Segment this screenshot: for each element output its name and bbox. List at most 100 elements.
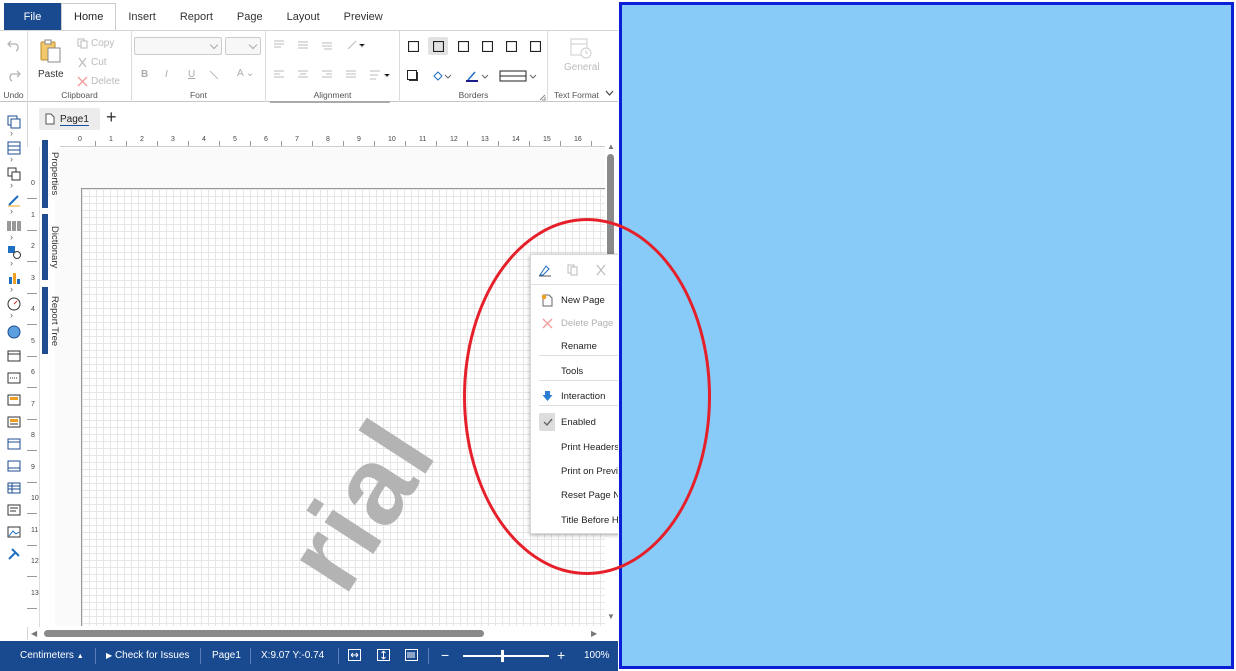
units-selector[interactable]: Centimeters ▲ bbox=[20, 650, 84, 661]
context-menu-item[interactable]: Interaction bbox=[531, 385, 618, 407]
scroll-up-icon[interactable]: ▲ bbox=[607, 142, 615, 151]
band-tool-icon[interactable] bbox=[6, 140, 22, 156]
context-menu-item[interactable]: Print on Previ bbox=[531, 460, 618, 482]
context-menu-item[interactable]: Print Headers bbox=[531, 436, 618, 458]
group-header-icon[interactable] bbox=[6, 414, 22, 430]
context-menu-item[interactable]: Title Before H bbox=[531, 509, 618, 531]
context-menu-item[interactable]: Reset Page N bbox=[531, 484, 618, 506]
text-angle-icon[interactable] bbox=[346, 39, 370, 51]
cut-icon[interactable] bbox=[76, 56, 88, 68]
text-tool-icon[interactable] bbox=[6, 192, 22, 208]
chevron-right-icon[interactable]: › bbox=[10, 284, 13, 294]
edit-icon[interactable] bbox=[537, 262, 553, 278]
undo-icon[interactable] bbox=[6, 37, 22, 53]
fill-color-icon[interactable] bbox=[430, 69, 454, 83]
font-color-icon[interactable]: A ⌄ bbox=[237, 68, 254, 79]
text-format-general[interactable]: General bbox=[564, 62, 600, 73]
tab-report[interactable]: Report bbox=[168, 3, 225, 30]
design-canvas[interactable]: rial bbox=[55, 148, 605, 626]
copy-icon[interactable] bbox=[565, 262, 581, 278]
border-all-icon[interactable] bbox=[406, 39, 420, 53]
cut-icon[interactable] bbox=[593, 262, 609, 278]
align-middle-icon[interactable] bbox=[296, 39, 310, 51]
select-tool-icon[interactable] bbox=[6, 114, 22, 130]
page-tab[interactable]: Page1 bbox=[39, 108, 100, 130]
paste-icon[interactable] bbox=[36, 37, 64, 65]
ribbon-collapse-icon[interactable] bbox=[604, 88, 614, 98]
footer-band-icon[interactable] bbox=[6, 458, 22, 474]
chevron-right-icon[interactable]: › bbox=[10, 154, 13, 164]
chevron-right-icon[interactable]: › bbox=[10, 310, 13, 320]
zoom-out-button[interactable]: − bbox=[441, 647, 449, 663]
zoom-slider[interactable] bbox=[463, 650, 549, 662]
delete-icon[interactable] bbox=[76, 75, 88, 87]
data-band-icon[interactable] bbox=[6, 436, 22, 452]
shadow-icon[interactable] bbox=[406, 69, 420, 83]
align-left-icon[interactable] bbox=[272, 69, 286, 81]
border-bottom-icon[interactable] bbox=[528, 39, 542, 53]
border-left-icon[interactable] bbox=[456, 39, 470, 53]
context-menu-item[interactable]: Tools bbox=[531, 360, 618, 382]
word-wrap-icon[interactable] bbox=[368, 69, 394, 81]
paste-label[interactable]: Paste bbox=[38, 69, 64, 80]
horizontal-scrollbar[interactable]: ◀ ▶ bbox=[28, 627, 606, 641]
shapes-icon[interactable] bbox=[6, 244, 22, 260]
border-outside-icon[interactable] bbox=[428, 37, 448, 55]
barcode-icon[interactable] bbox=[6, 218, 22, 234]
add-page-button[interactable]: + bbox=[106, 107, 117, 128]
delete-label[interactable]: Delete bbox=[91, 76, 120, 87]
scroll-left-icon[interactable]: ◀ bbox=[31, 629, 37, 638]
report-title-icon[interactable] bbox=[6, 348, 22, 364]
tab-layout[interactable]: Layout bbox=[275, 3, 332, 30]
chart-icon[interactable] bbox=[6, 270, 22, 286]
dictionary-tab-bar[interactable] bbox=[42, 214, 48, 280]
align-justify-icon[interactable] bbox=[344, 69, 358, 81]
fit-height-icon[interactable] bbox=[377, 649, 390, 664]
gauge-icon[interactable] bbox=[6, 296, 22, 312]
file-menu-button[interactable]: File bbox=[4, 3, 61, 30]
border-style-icon[interactable] bbox=[498, 69, 540, 83]
copy-label[interactable]: Copy bbox=[91, 38, 114, 49]
borders-dialog-icon[interactable] bbox=[538, 93, 546, 101]
redo-icon[interactable] bbox=[6, 67, 22, 83]
text-format-icon[interactable] bbox=[568, 35, 594, 61]
chevron-right-icon[interactable]: › bbox=[10, 128, 13, 138]
border-top-icon[interactable] bbox=[480, 39, 494, 53]
dictionary-tab[interactable]: Dictionary bbox=[49, 226, 60, 268]
strikethrough-icon[interactable] bbox=[208, 69, 220, 81]
zoom-slider-thumb[interactable] bbox=[500, 650, 504, 662]
align-right-icon[interactable] bbox=[320, 69, 334, 81]
underline-icon[interactable]: U bbox=[188, 69, 195, 80]
properties-tab[interactable]: Properties bbox=[49, 152, 60, 195]
tools-icon[interactable] bbox=[6, 546, 22, 562]
check-issues-button[interactable]: ▶ Check for Issues bbox=[106, 650, 189, 661]
context-menu-item[interactable]: New Page bbox=[531, 289, 618, 311]
border-color-icon[interactable] bbox=[464, 69, 492, 83]
horizontal-scroll-thumb[interactable] bbox=[44, 630, 484, 637]
properties-tab-bar[interactable] bbox=[42, 140, 48, 208]
cut-label[interactable]: Cut bbox=[91, 57, 107, 68]
header-band-icon[interactable] bbox=[6, 392, 22, 408]
tab-insert[interactable]: Insert bbox=[116, 3, 168, 30]
bold-icon[interactable]: B bbox=[141, 69, 148, 80]
align-bottom-icon[interactable] bbox=[320, 39, 334, 51]
zoom-in-button[interactable]: + bbox=[557, 647, 565, 663]
table-icon[interactable] bbox=[6, 480, 22, 496]
image-icon[interactable] bbox=[6, 524, 22, 540]
font-size-select[interactable] bbox=[225, 37, 261, 55]
chevron-right-icon[interactable]: › bbox=[10, 258, 13, 268]
chevron-right-icon[interactable]: › bbox=[10, 232, 13, 242]
tab-page[interactable]: Page bbox=[225, 3, 275, 30]
tab-home[interactable]: Home bbox=[61, 3, 117, 30]
context-menu-item[interactable]: Enabled bbox=[531, 411, 618, 433]
chevron-right-icon[interactable]: › bbox=[10, 206, 13, 216]
scroll-right-icon[interactable]: ▶ bbox=[591, 629, 597, 638]
fit-width-icon[interactable] bbox=[348, 649, 361, 664]
text-box-icon[interactable] bbox=[6, 502, 22, 518]
chevron-right-icon[interactable]: › bbox=[10, 180, 13, 190]
report-tree-tab[interactable]: Report Tree bbox=[49, 296, 60, 346]
context-menu-item[interactable]: Rename bbox=[531, 335, 618, 357]
map-icon[interactable] bbox=[6, 324, 22, 340]
align-top-icon[interactable] bbox=[272, 39, 286, 51]
tab-preview[interactable]: Preview bbox=[332, 3, 395, 30]
